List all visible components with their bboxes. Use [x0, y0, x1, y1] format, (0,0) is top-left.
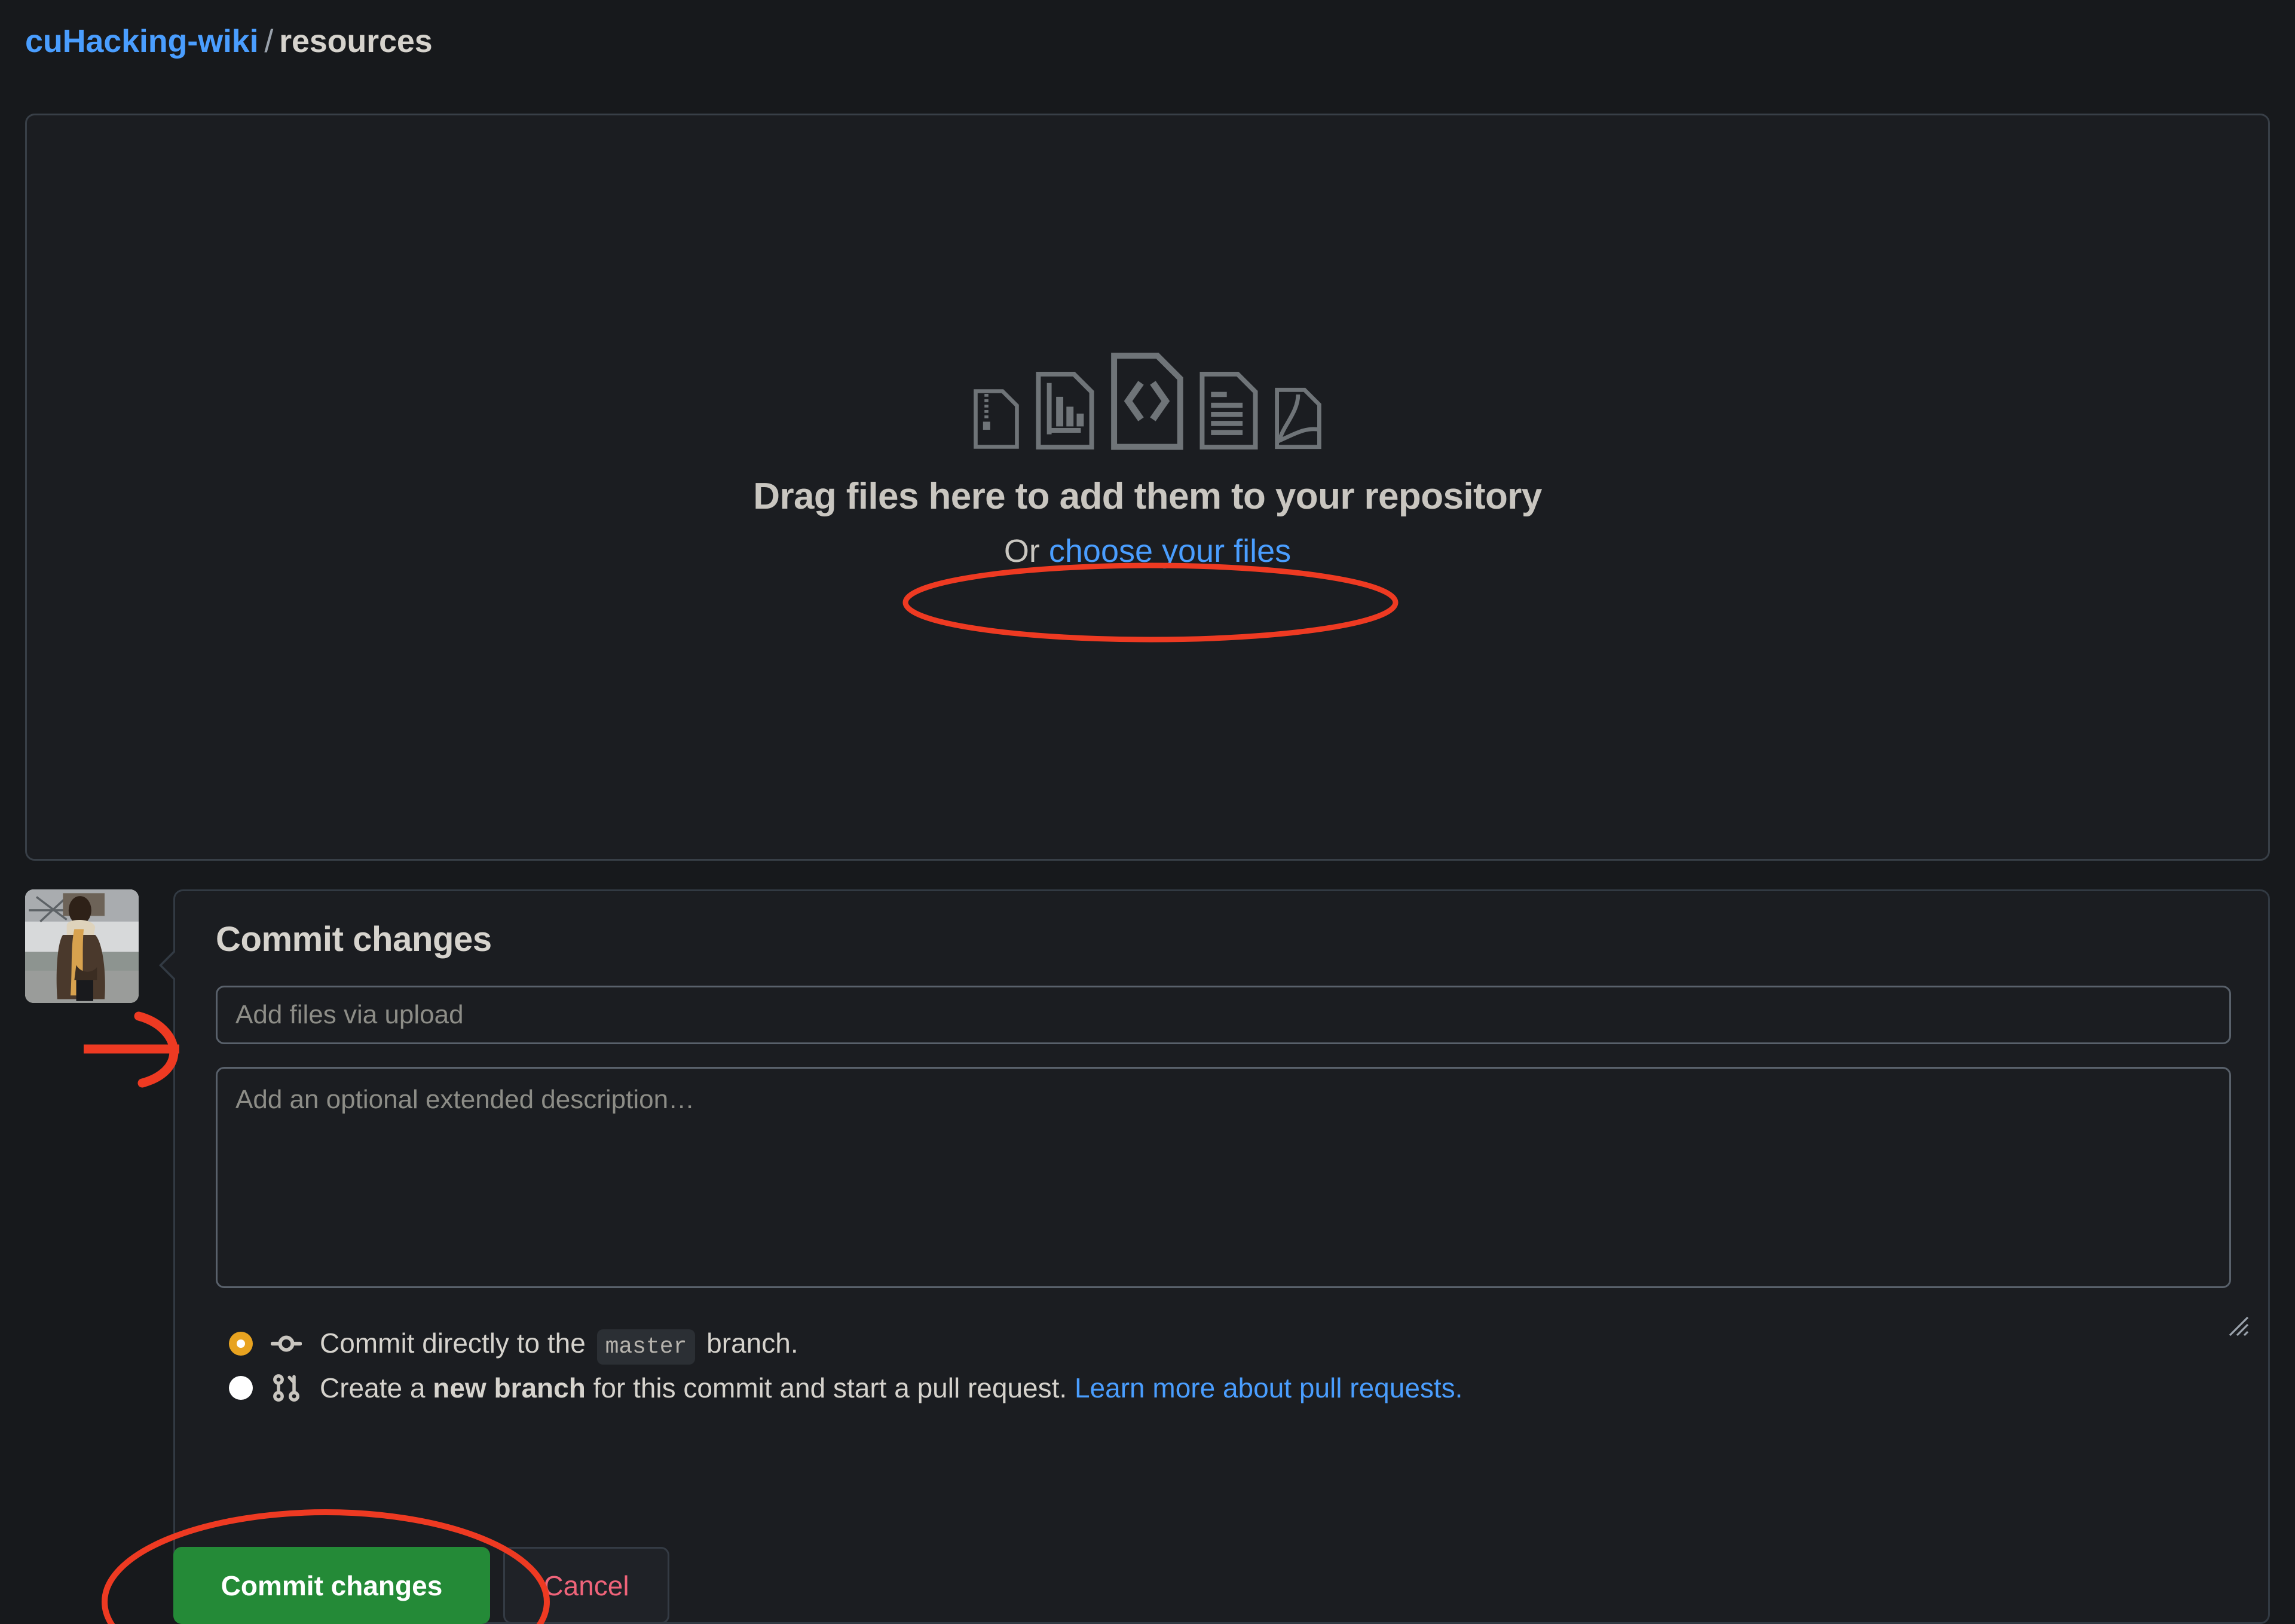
- option-commit-directly-label: Commit directly to the master branch.: [320, 1327, 798, 1365]
- or-label: Or: [1003, 533, 1049, 570]
- file-dropzone[interactable]: Drag files here to add them to your repo…: [25, 114, 2270, 861]
- commit-description-textarea[interactable]: [216, 1067, 2231, 1288]
- option-create-branch-label: Create a new branch for this commit and …: [320, 1374, 1462, 1402]
- arrow-commit-summary-head: [134, 1011, 179, 1088]
- commit-changes-panel: Commit changes Commit directly to the ma…: [159, 889, 2270, 1624]
- file-chart-icon: [1035, 371, 1095, 450]
- breadcrumb-separator: /: [264, 23, 274, 59]
- option-commit-directly[interactable]: Commit directly to the master branch.: [216, 1322, 2227, 1366]
- breadcrumb-repo-link[interactable]: cuHacking-wiki: [25, 23, 259, 59]
- file-type-icons: [973, 331, 1322, 450]
- commit-target-options: Commit directly to the master branch. Cr…: [216, 1322, 2227, 1410]
- git-pull-request-icon: [271, 1372, 302, 1403]
- commit-actions: Commit changes Cancel: [173, 1547, 669, 1624]
- option-create-branch[interactable]: Create a new branch for this commit and …: [216, 1366, 2227, 1410]
- commit-summary-input[interactable]: [216, 986, 2231, 1044]
- option-text-after: for this commit and start a pull request…: [585, 1372, 1075, 1403]
- dropzone-title: Drag files here to add them to your repo…: [753, 476, 1542, 517]
- avatar-image: [25, 889, 139, 1003]
- option-text-after: branch.: [699, 1327, 798, 1359]
- dropzone-subtitle: Or choose your files: [1003, 533, 1291, 570]
- avatar[interactable]: [25, 889, 139, 1003]
- commit-changes-button[interactable]: Commit changes: [173, 1547, 490, 1624]
- option-text-before: Commit directly to the: [320, 1327, 593, 1359]
- commit-box-caret-inner: [162, 951, 176, 980]
- file-pdf-icon: [1274, 387, 1322, 450]
- file-text-icon: [1199, 371, 1259, 450]
- breadcrumb-path: resources: [279, 23, 433, 59]
- option-bold-text: new branch: [433, 1372, 586, 1403]
- branch-name-chip: master: [596, 1329, 696, 1365]
- commit-heading: Commit changes: [216, 920, 492, 959]
- learn-more-pull-requests-link[interactable]: Learn more about pull requests.: [1075, 1372, 1463, 1403]
- breadcrumb: cuHacking-wiki / resources: [25, 25, 433, 57]
- choose-your-files-link[interactable]: choose your files: [1049, 533, 1291, 569]
- option-text-before: Create a: [320, 1372, 433, 1403]
- file-zip-icon: [973, 388, 1020, 450]
- git-commit-icon: [271, 1328, 302, 1359]
- file-code-icon: [1110, 352, 1183, 450]
- radio-create-branch[interactable]: [229, 1376, 253, 1400]
- radio-commit-directly[interactable]: [229, 1332, 253, 1356]
- cancel-button[interactable]: Cancel: [503, 1547, 669, 1624]
